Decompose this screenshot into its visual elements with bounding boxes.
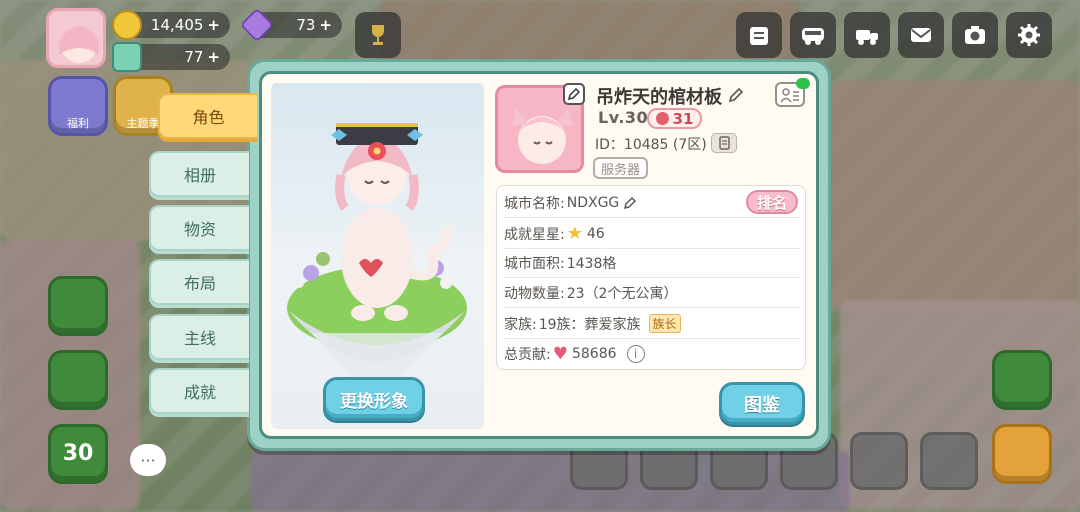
- settings-gear-icon: [1018, 24, 1040, 46]
- trophy-button[interactable]: [355, 12, 401, 58]
- ticket-counter[interactable]: 77 +: [112, 42, 230, 72]
- news-button[interactable]: [736, 12, 782, 58]
- clan-value: 19族：葬爱家族: [538, 316, 641, 333]
- pencil-icon: [567, 87, 581, 101]
- tab-supplies[interactable]: 物资: [149, 205, 249, 251]
- news-icon: [750, 27, 768, 45]
- info-row-animals: 动物数量: 23（2个无公寓）: [504, 278, 800, 308]
- add-coins-button[interactable]: +: [207, 16, 220, 34]
- avatar-portrait-icon: [59, 26, 99, 63]
- info-icon[interactable]: i: [626, 345, 645, 363]
- ticket-value: 77: [184, 48, 204, 66]
- coin-icon: [112, 10, 142, 40]
- server-button[interactable]: 服务器: [593, 157, 648, 179]
- player-id: ID：10485 (7区): [595, 137, 707, 153]
- info-row-area: 城市面积: 1438格: [504, 248, 800, 278]
- coin-counter[interactable]: 14,405 +: [112, 10, 230, 40]
- gem-counter[interactable]: 73 +: [240, 8, 342, 42]
- settings-button[interactable]: [1006, 12, 1052, 58]
- atlas-button[interactable]: 图鉴: [719, 382, 805, 425]
- info-label: 总贡献:: [504, 347, 551, 363]
- player-avatar-hud[interactable]: [46, 8, 106, 68]
- info-label: 城市面积:: [504, 255, 565, 272]
- copy-icon: [719, 136, 730, 150]
- info-label: 家族:: [504, 316, 537, 333]
- city-name-edit-icon[interactable]: [623, 196, 637, 210]
- welfare-label: 福利: [67, 117, 89, 130]
- avatar-edit-button[interactable]: [563, 83, 585, 105]
- tab-role[interactable]: 角色: [158, 93, 257, 139]
- player-level: Lv.30: [598, 108, 649, 127]
- construction-button[interactable]: [992, 424, 1052, 484]
- camera-button[interactable]: [952, 12, 998, 58]
- info-label: 成就星星:: [504, 226, 565, 243]
- vehicle-slot-ship[interactable]: [920, 432, 978, 490]
- level-badge-text: 30: [62, 441, 94, 466]
- city-name-value: NDXGG: [566, 194, 620, 211]
- build-button[interactable]: [48, 276, 108, 336]
- character-button[interactable]: [48, 350, 108, 410]
- copy-id-button[interactable]: [711, 133, 737, 153]
- house-icon: [655, 112, 669, 125]
- house-button[interactable]: [992, 350, 1052, 410]
- level-button[interactable]: 30: [48, 424, 108, 484]
- info-row-contribution: 总贡献: ♥ 58686 i: [504, 339, 800, 369]
- coin-value: 14,405: [150, 16, 204, 34]
- add-tickets-button[interactable]: +: [207, 48, 220, 66]
- mail-button[interactable]: [898, 12, 944, 58]
- ticket-icon: [112, 42, 142, 72]
- heart-icon: ♥: [552, 344, 568, 364]
- popularity-badge: 31: [647, 108, 702, 129]
- stars-value: 46: [586, 225, 605, 242]
- star-icon: ★: [566, 223, 583, 244]
- tab-achievements[interactable]: 成就: [149, 368, 249, 414]
- player-name: 吊炸天的棺材板: [596, 87, 722, 108]
- area-value: 1438格: [566, 255, 617, 272]
- camera-icon: [965, 26, 985, 44]
- tab-album[interactable]: 相册: [149, 151, 249, 197]
- truck-button[interactable]: [844, 12, 890, 58]
- info-row-city-name: 城市名称: NDXGG: [504, 188, 800, 218]
- popularity-value: 31: [672, 109, 694, 128]
- truck-icon: [856, 30, 878, 45]
- info-label: 城市名称:: [504, 195, 565, 212]
- animals-value: 23（2个无公寓）: [566, 285, 678, 302]
- tab-layout[interactable]: 布局: [149, 259, 249, 305]
- welfare-button[interactable]: 福利: [48, 76, 108, 136]
- info-row-stars: 成就星星: ★ 46: [504, 219, 800, 249]
- contribution-value: 58686: [571, 346, 617, 362]
- clan-leader-tag: 族长: [648, 314, 681, 333]
- gem-value: 73: [296, 16, 316, 34]
- bus-icon: [802, 28, 824, 45]
- bus-button[interactable]: [790, 12, 836, 58]
- wechat-icon: [796, 78, 810, 89]
- info-row-clan: 家族: 19族：葬爱家族 族长: [504, 309, 800, 339]
- change-appearance-button[interactable]: 更换形象: [323, 377, 425, 421]
- contact-list-icon: [780, 87, 799, 102]
- add-gems-button[interactable]: +: [319, 16, 332, 34]
- name-edit-pencil-icon[interactable]: [728, 87, 744, 103]
- tab-mainline[interactable]: 主线: [149, 314, 249, 360]
- chat-bubble-icon[interactable]: ···: [130, 444, 166, 476]
- mail-icon: [911, 28, 931, 42]
- vehicle-slot-car[interactable]: [850, 432, 908, 490]
- info-label: 动物数量:: [504, 285, 565, 302]
- trophy-icon: [372, 25, 384, 45]
